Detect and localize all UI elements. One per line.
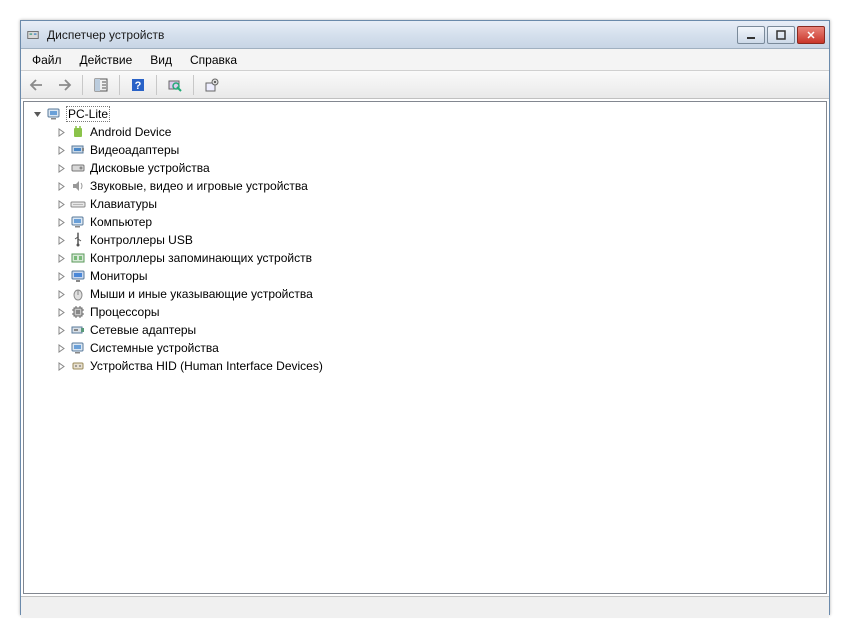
menu-file[interactable]: Файл bbox=[23, 49, 71, 70]
toolbar: ? bbox=[21, 71, 829, 99]
minimize-button[interactable] bbox=[737, 26, 765, 44]
menubar: Файл Действие Вид Справка bbox=[21, 49, 829, 71]
tree-node[interactable]: Дисковые устройства bbox=[26, 159, 824, 177]
mouse-icon bbox=[70, 286, 86, 302]
window-title: Диспетчер устройств bbox=[47, 28, 737, 42]
expand-icon[interactable] bbox=[56, 145, 67, 156]
tree-node[interactable]: Звуковые, видео и игровые устройства bbox=[26, 177, 824, 195]
device-tree-panel[interactable]: PC-Lite Android Device Видеоадаптеры Дис… bbox=[23, 101, 827, 594]
help-button[interactable]: ? bbox=[126, 74, 150, 96]
tree-node[interactable]: Процессоры bbox=[26, 303, 824, 321]
tree-node-label[interactable]: Устройства HID (Human Interface Devices) bbox=[90, 359, 323, 373]
tree-node-label[interactable]: Процессоры bbox=[90, 305, 160, 319]
tree-node[interactable]: Видеоадаптеры bbox=[26, 141, 824, 159]
tree-node[interactable]: Сетевые адаптеры bbox=[26, 321, 824, 339]
expand-icon[interactable] bbox=[56, 325, 67, 336]
sound-icon bbox=[70, 178, 86, 194]
system-device-icon bbox=[70, 340, 86, 356]
toolbar-separator bbox=[193, 75, 194, 95]
tree-node-label[interactable]: Клавиатуры bbox=[90, 197, 157, 211]
menu-view[interactable]: Вид bbox=[141, 49, 181, 70]
keyboard-icon bbox=[70, 196, 86, 212]
tree-root[interactable]: PC-Lite bbox=[26, 105, 824, 123]
tree-node-label[interactable]: Видеоадаптеры bbox=[90, 143, 179, 157]
expand-icon[interactable] bbox=[56, 307, 67, 318]
tree-node-label[interactable]: Мониторы bbox=[90, 269, 147, 283]
tree-node[interactable]: Мониторы bbox=[26, 267, 824, 285]
expand-icon[interactable] bbox=[56, 163, 67, 174]
tree-node[interactable]: Android Device bbox=[26, 123, 824, 141]
properties-button[interactable] bbox=[200, 74, 224, 96]
disk-drive-icon bbox=[70, 160, 86, 176]
expand-icon[interactable] bbox=[56, 235, 67, 246]
tree-node-label[interactable]: Звуковые, видео и игровые устройства bbox=[90, 179, 308, 193]
window-controls bbox=[737, 26, 825, 44]
tree-node-label[interactable]: Системные устройства bbox=[90, 341, 219, 355]
monitor-icon bbox=[70, 268, 86, 284]
expand-icon[interactable] bbox=[56, 271, 67, 282]
tree-node-label[interactable]: Контроллеры USB bbox=[90, 233, 193, 247]
computer-icon bbox=[70, 214, 86, 230]
expand-icon[interactable] bbox=[56, 127, 67, 138]
toolbar-separator bbox=[82, 75, 83, 95]
tree-node-label[interactable]: Компьютер bbox=[90, 215, 152, 229]
tree-node[interactable]: Системные устройства bbox=[26, 339, 824, 357]
expand-icon[interactable] bbox=[56, 253, 67, 264]
collapse-icon[interactable] bbox=[32, 109, 43, 120]
tree-node[interactable]: Клавиатуры bbox=[26, 195, 824, 213]
maximize-button[interactable] bbox=[767, 26, 795, 44]
storage-controller-icon bbox=[70, 250, 86, 266]
scan-hardware-button[interactable] bbox=[163, 74, 187, 96]
expand-icon[interactable] bbox=[56, 343, 67, 354]
processor-icon bbox=[70, 304, 86, 320]
android-icon bbox=[70, 124, 86, 140]
svg-text:?: ? bbox=[135, 80, 142, 92]
expand-icon[interactable] bbox=[56, 289, 67, 300]
tree-node[interactable]: Контроллеры запоминающих устройств bbox=[26, 249, 824, 267]
tree-node[interactable]: Контроллеры USB bbox=[26, 231, 824, 249]
expand-icon[interactable] bbox=[56, 199, 67, 210]
tree-node[interactable]: Устройства HID (Human Interface Devices) bbox=[26, 357, 824, 375]
tree-node-label[interactable]: Мыши и иные указывающие устройства bbox=[90, 287, 313, 301]
tree-root-label[interactable]: PC-Lite bbox=[66, 106, 110, 122]
show-hide-tree-button[interactable] bbox=[89, 74, 113, 96]
hid-icon bbox=[70, 358, 86, 374]
device-manager-window: Диспетчер устройств Файл Действие Вид Сп… bbox=[20, 20, 830, 615]
statusbar bbox=[21, 596, 829, 618]
tree-node-label[interactable]: Android Device bbox=[90, 125, 171, 139]
network-adapter-icon bbox=[70, 322, 86, 338]
tree-node-label[interactable]: Контроллеры запоминающих устройств bbox=[90, 251, 312, 265]
expand-icon[interactable] bbox=[56, 217, 67, 228]
computer-icon bbox=[46, 106, 62, 122]
tree-node-label[interactable]: Сетевые адаптеры bbox=[90, 323, 196, 337]
back-button[interactable] bbox=[25, 74, 49, 96]
close-button[interactable] bbox=[797, 26, 825, 44]
toolbar-separator bbox=[156, 75, 157, 95]
menu-help[interactable]: Справка bbox=[181, 49, 246, 70]
device-tree: PC-Lite Android Device Видеоадаптеры Дис… bbox=[24, 103, 826, 377]
tree-node-label[interactable]: Дисковые устройства bbox=[90, 161, 210, 175]
expand-icon[interactable] bbox=[56, 361, 67, 372]
menu-action[interactable]: Действие bbox=[71, 49, 142, 70]
display-adapter-icon bbox=[70, 142, 86, 158]
forward-button[interactable] bbox=[52, 74, 76, 96]
titlebar[interactable]: Диспетчер устройств bbox=[21, 21, 829, 49]
usb-icon bbox=[70, 232, 86, 248]
tree-node[interactable]: Мыши и иные указывающие устройства bbox=[26, 285, 824, 303]
tree-node[interactable]: Компьютер bbox=[26, 213, 824, 231]
toolbar-separator bbox=[119, 75, 120, 95]
expand-icon[interactable] bbox=[56, 181, 67, 192]
app-icon bbox=[25, 27, 41, 43]
